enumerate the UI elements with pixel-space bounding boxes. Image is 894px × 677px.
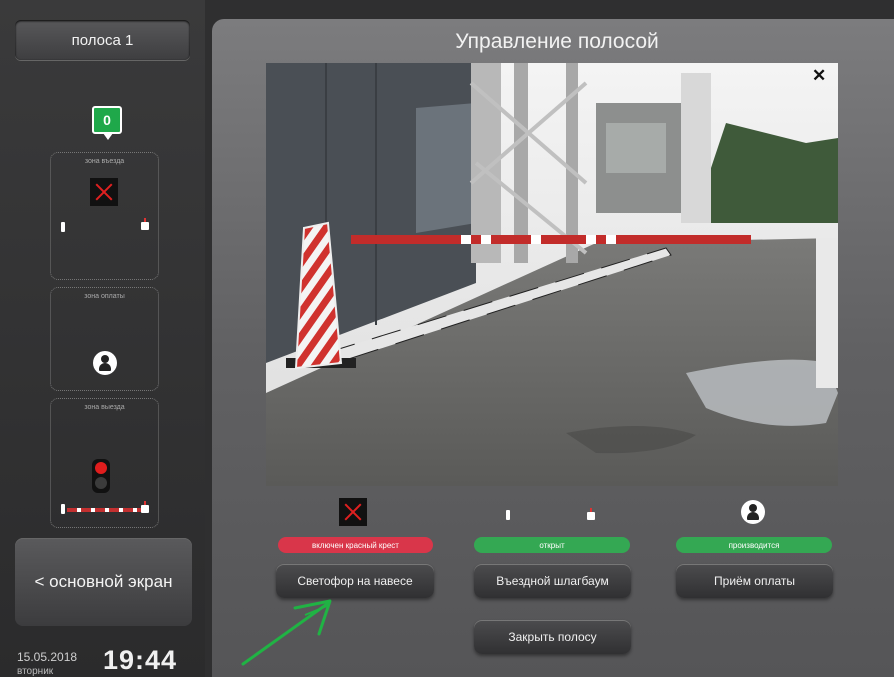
exit-zone-title: зона выезда	[84, 404, 125, 411]
sidebar: полоса 1 0 зона въезда зона оплаты зона …	[0, 0, 205, 677]
entry-barrier-button[interactable]: Въездной шлагбаум	[474, 564, 631, 598]
weekday-label: вторник	[17, 666, 54, 677]
barrier-icon	[587, 508, 595, 520]
light-status-badge: включен красный крест	[278, 537, 433, 553]
clock: 19:44	[103, 645, 178, 675]
barrier-icon	[141, 501, 149, 513]
date-label: 15.05.2018	[17, 650, 78, 664]
close-icon[interactable]: ✕	[812, 66, 826, 86]
close-lane-button[interactable]: Закрыть полосу	[474, 620, 631, 654]
barrier-icon	[506, 510, 510, 520]
lane-selector-button[interactable]: полоса 1	[15, 20, 190, 60]
traffic-light-icon	[92, 459, 110, 493]
closed-barrier-arm	[67, 508, 141, 512]
camera-view	[266, 63, 838, 486]
panel-title: Управление полосой	[455, 30, 659, 53]
main-screen-button[interactable]: < основной экран	[15, 538, 192, 626]
payment-zone: зона оплаты	[50, 287, 159, 391]
payment-button[interactable]: Приём оплаты	[676, 564, 833, 598]
person-icon	[741, 500, 765, 524]
barrier-status-badge: открыт	[474, 537, 630, 553]
queue-counter: 0	[92, 106, 122, 140]
x-signal-icon	[339, 498, 367, 526]
barrier-icon	[61, 504, 65, 514]
barrier-icon	[61, 222, 65, 232]
entry-zone: зона въезда	[50, 152, 159, 280]
entry-zone-title: зона въезда	[84, 158, 125, 165]
payment-status-badge: производится	[676, 537, 832, 553]
barrier-icon	[141, 218, 149, 230]
x-signal-icon	[90, 178, 118, 206]
person-icon	[93, 351, 117, 375]
payment-zone-title: зона оплаты	[84, 293, 125, 300]
arrow-annotation	[241, 599, 332, 666]
